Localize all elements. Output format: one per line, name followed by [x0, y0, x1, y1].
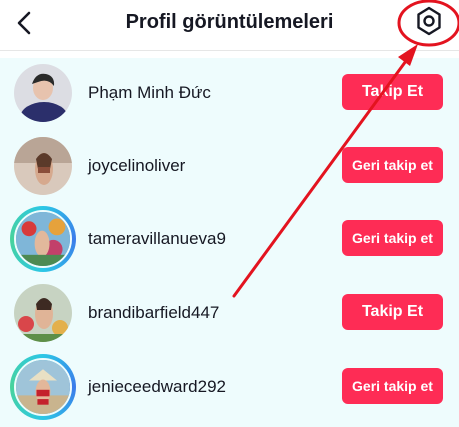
user-avatar-image — [14, 64, 72, 122]
page-title: Profil görüntülemeleri — [125, 11, 334, 33]
username[interactable]: Phạm Minh Đức — [88, 83, 211, 103]
avatar[interactable] — [10, 206, 76, 272]
avatar[interactable] — [14, 284, 72, 342]
follow-button[interactable]: Takip Et — [342, 294, 443, 330]
list-item[interactable]: jenieceedward292 Geri takip et — [0, 352, 459, 422]
user-avatar-image — [14, 210, 72, 268]
viewer-list: Phạm Minh Đức Takip Et joycelinoliver Ge… — [0, 58, 459, 427]
username[interactable]: jenieceedward292 — [88, 377, 226, 397]
list-item[interactable]: tameravillanueva9 Geri takip et — [0, 204, 459, 274]
list-item[interactable]: joycelinoliver Geri takip et — [0, 131, 459, 201]
list-item[interactable]: brandibarfield447 Takip Et — [0, 278, 459, 348]
follow-button[interactable]: Takip Et — [342, 74, 443, 110]
user-avatar-image — [14, 284, 72, 342]
user-avatar-image — [14, 358, 72, 416]
username[interactable]: joycelinoliver — [88, 156, 185, 176]
follow-back-button[interactable]: Geri takip et — [342, 368, 443, 404]
header-bar: Profil görüntülemeleri — [0, 0, 459, 51]
follow-back-button[interactable]: Geri takip et — [342, 147, 443, 183]
username[interactable]: tameravillanueva9 — [88, 229, 226, 249]
user-avatar-image — [14, 137, 72, 195]
avatar[interactable] — [10, 354, 76, 420]
username[interactable]: brandibarfield447 — [88, 303, 219, 323]
follow-back-button[interactable]: Geri takip et — [342, 220, 443, 256]
avatar[interactable] — [14, 137, 72, 195]
list-item[interactable]: Phạm Minh Đức Takip Et — [0, 58, 459, 128]
avatar[interactable] — [14, 64, 72, 122]
gear-icon[interactable] — [414, 6, 444, 36]
